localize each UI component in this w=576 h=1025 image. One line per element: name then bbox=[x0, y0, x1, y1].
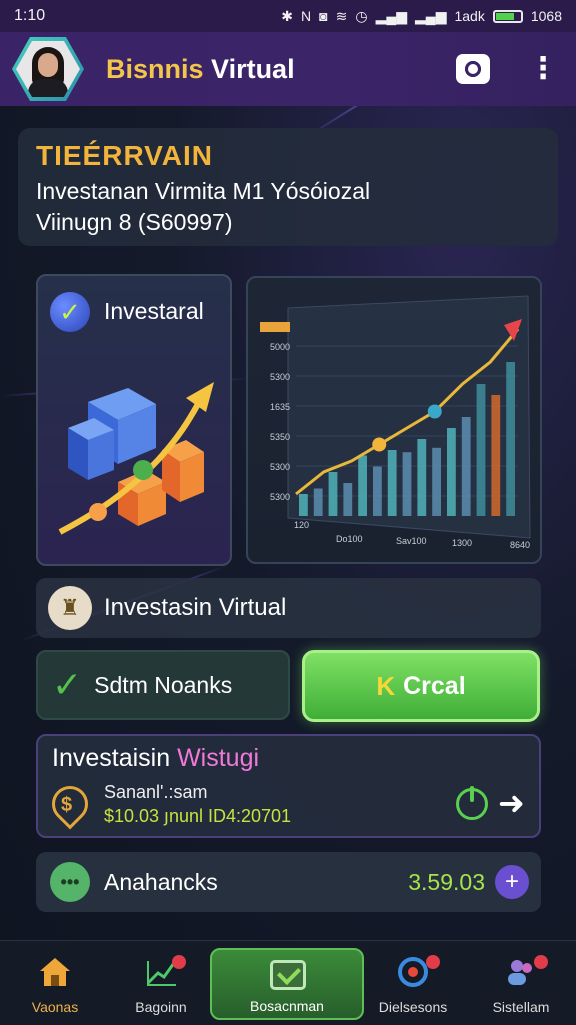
nav-item-bagoinn[interactable]: Bagoinn bbox=[106, 941, 216, 1025]
status-icons: ✱ N ◙ ≋ ◷ ▂▄▆ ▂▄▆ 1adk 1068 bbox=[281, 8, 562, 25]
nav-label: Bagoinn bbox=[135, 999, 187, 1015]
nav-item-home[interactable]: Vaonas bbox=[0, 941, 110, 1025]
camera-icon[interactable] bbox=[456, 54, 490, 84]
trophy-icon: ♜ bbox=[48, 586, 92, 630]
chart-bar bbox=[328, 472, 338, 516]
nav-item-sistellam[interactable]: Sistellam bbox=[466, 941, 576, 1025]
app-title: Bisnnis Virtual bbox=[106, 54, 456, 85]
home-icon bbox=[40, 958, 70, 986]
chart-bar bbox=[432, 447, 441, 516]
balance-row[interactable]: ••• Anahancks 3.59.03 + bbox=[36, 852, 541, 912]
people-icon bbox=[508, 960, 532, 985]
notification-badge bbox=[172, 955, 186, 969]
vibrate-icon: ◙ bbox=[319, 8, 328, 24]
nfc-icon: N bbox=[301, 8, 312, 24]
chart-bar bbox=[402, 452, 412, 516]
header-label: TIEÉRRVAIN bbox=[36, 140, 213, 171]
arrow-right-icon[interactable]: ➜ bbox=[498, 784, 525, 822]
app-title-part2: Virtual bbox=[211, 53, 295, 84]
chart-bar bbox=[299, 494, 308, 516]
chart-bar bbox=[313, 488, 323, 516]
signal-icon: ▂▄▆ bbox=[415, 7, 447, 24]
chart-bar bbox=[358, 455, 367, 516]
x-tick-label: Sav100 bbox=[396, 536, 427, 546]
x-tick-label: Do100 bbox=[336, 534, 363, 544]
app-title-part1: Bisnnis bbox=[106, 53, 204, 84]
x-tick-label: 120 bbox=[294, 520, 309, 530]
chart-bar bbox=[343, 483, 353, 516]
y-tick-label: 5300 bbox=[270, 492, 290, 502]
nav-item-dielsesons[interactable]: Dielsesons bbox=[358, 941, 468, 1025]
app-bar: Bisnnis Virtual ⋮ bbox=[0, 32, 576, 106]
wisdom-title: Investaisin Wistugi bbox=[52, 744, 259, 773]
x-tick-label: 8640 bbox=[510, 540, 530, 550]
avatar-photo bbox=[16, 41, 80, 97]
power-icon[interactable] bbox=[456, 786, 488, 820]
y-tick-label: 5350 bbox=[270, 432, 290, 442]
y-tick-label: 5300 bbox=[270, 372, 290, 382]
y-tick-label: 5000 bbox=[270, 342, 290, 352]
investment-card[interactable]: ✓ Investaral bbox=[36, 274, 232, 566]
growth-chart-card[interactable]: 5000 5300 1635 5350 5300 5300 120 Do100 Sav100 13… bbox=[246, 276, 542, 564]
crcal-prefix: K bbox=[376, 670, 396, 701]
chart-bar bbox=[506, 362, 515, 516]
target-icon bbox=[398, 957, 428, 987]
chart-bar bbox=[387, 450, 397, 516]
balance-value: 3.59.03 bbox=[408, 868, 485, 895]
status-bar: 1:10 ✱ N ◙ ≋ ◷ ▂▄▆ ▂▄▆ 1adk 1068 bbox=[0, 0, 576, 32]
chart-bar bbox=[461, 417, 471, 516]
add-button[interactable]: + bbox=[495, 865, 529, 899]
nav-item-bosacnman[interactable]: Bosacnman bbox=[210, 948, 364, 1020]
growth-cubes-illustration bbox=[58, 382, 214, 535]
battery-icon bbox=[492, 9, 523, 23]
wisdom-subtitle: Sananl'.:sam bbox=[104, 782, 208, 802]
balance-label: Anahancks bbox=[104, 868, 218, 895]
trend-point bbox=[372, 437, 387, 452]
chart-bar bbox=[476, 384, 486, 516]
avatar[interactable] bbox=[12, 37, 84, 101]
sdtm-noanks-button[interactable]: ✓ Sdtm Noanks bbox=[36, 650, 290, 720]
signal-icon: ▂▄▆ bbox=[375, 7, 408, 24]
dollar-location-icon: $ bbox=[44, 778, 96, 830]
chart-bar bbox=[373, 466, 382, 516]
y-tick-label: 1635 bbox=[270, 402, 290, 412]
trend-point bbox=[427, 404, 442, 419]
check-box-icon bbox=[270, 960, 306, 990]
nav-label: Sistellam bbox=[492, 999, 550, 1015]
crcal-label: Crcal bbox=[403, 671, 466, 700]
crcal-button[interactable]: K Crcal bbox=[302, 650, 540, 722]
wisdom-title-part1: Investaisin bbox=[52, 744, 171, 772]
chat-icon: ••• bbox=[50, 862, 90, 902]
header-line-secondary: Viinugn 8 (S60997) bbox=[36, 209, 233, 235]
alarm-icon: ◷ bbox=[355, 7, 368, 24]
check-icon: ✓ bbox=[52, 664, 83, 705]
investasi-virtual-label: Investasin Virtual bbox=[104, 594, 287, 621]
nav-label: Bosacnman bbox=[250, 998, 324, 1014]
nav-label: Vaonas bbox=[31, 999, 79, 1015]
chart-bar bbox=[417, 439, 427, 516]
chart-bar bbox=[491, 395, 501, 516]
nav-label: Dielsesons bbox=[378, 999, 448, 1015]
investment-card-label: Investaral bbox=[104, 298, 204, 324]
wisdom-title-part2: Wistugi bbox=[177, 744, 260, 772]
check-badge-icon: ✓ bbox=[50, 292, 90, 332]
status-time: 1:10 bbox=[14, 7, 46, 24]
investasi-virtual-row[interactable]: ♜ Investasin Virtual bbox=[36, 578, 541, 638]
more-options-icon[interactable]: ⋮ bbox=[528, 54, 558, 84]
wifi-icon: ≋ bbox=[335, 7, 348, 24]
y-tick-label: 5300 bbox=[270, 462, 290, 472]
notification-badge bbox=[534, 955, 548, 969]
battery-text: 1068 bbox=[530, 8, 562, 24]
status-text: 1adk bbox=[454, 8, 485, 24]
header-line: Investanan Virmita M1 Yósóiozal bbox=[36, 178, 371, 204]
wisdom-value: $10.03 յnunl ID4:20701 bbox=[104, 806, 292, 826]
growth-chart: 5000 5300 1635 5350 5300 5300 120 Do100 Sav100 13… bbox=[260, 295, 531, 550]
sdtm-noanks-label: Sdtm Noanks bbox=[94, 671, 233, 698]
notification-badge bbox=[426, 955, 440, 969]
header-card: TIEÉRRVAIN Investanan Virmita M1 Yósóioz… bbox=[18, 128, 558, 246]
chart-bar bbox=[447, 428, 456, 516]
x-tick-label: 1300 bbox=[452, 538, 472, 548]
bluetooth-icon: ✱ bbox=[281, 7, 294, 24]
investment-wisdom-card[interactable]: Investaisin Wistugi $ Sananl'.:sam $10.0… bbox=[36, 734, 541, 838]
